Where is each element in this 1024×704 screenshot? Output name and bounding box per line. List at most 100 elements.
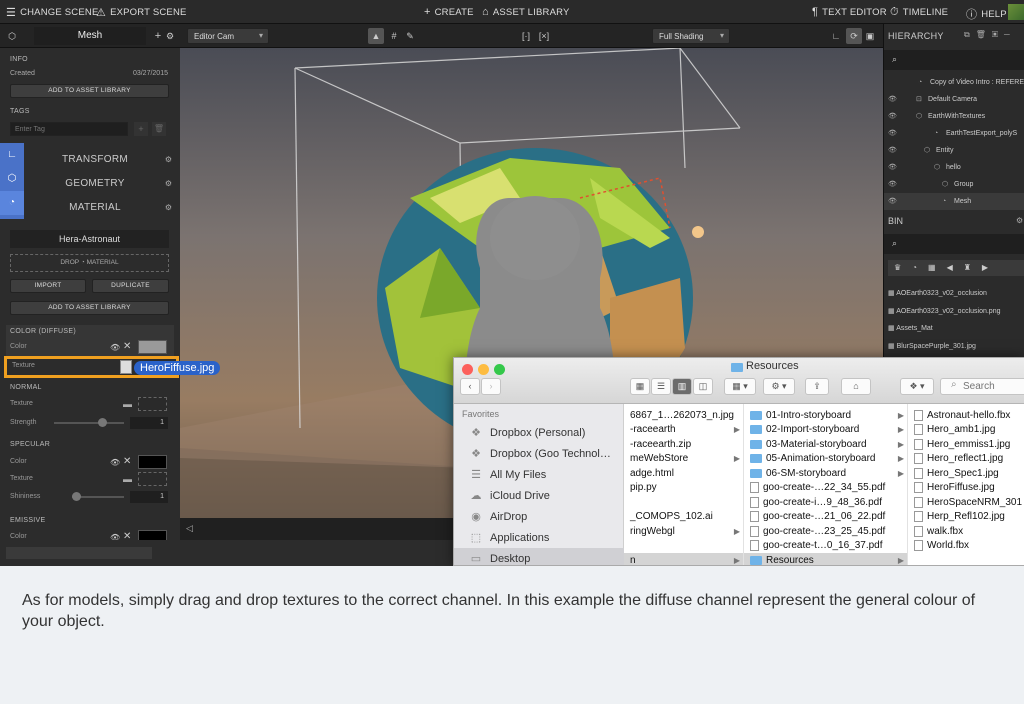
action-gear-icon[interactable]: ⚙ ▾ xyxy=(763,378,795,395)
visibility-eye-icon[interactable]: 👁 xyxy=(888,142,897,159)
close-window-button[interactable] xyxy=(462,364,473,375)
timeline-button[interactable]: ⏱ TIMELINE xyxy=(890,6,948,19)
diffuse-color-swatch[interactable] xyxy=(138,340,167,354)
file-row[interactable] xyxy=(624,495,743,510)
add-to-asset-library-button[interactable]: ADD TO ASSET LIBRARY xyxy=(10,84,169,98)
eye-icon[interactable]: 👁 xyxy=(110,343,120,352)
file-row[interactable]: _COMOPS_102.ai xyxy=(624,510,743,525)
change-scene-button[interactable]: ☰ CHANGE SCENE xyxy=(6,6,98,19)
panel-icon[interactable]: ▣ xyxy=(862,28,878,44)
snap-left-icon[interactable]: [·] xyxy=(518,28,534,44)
visibility-eye-icon[interactable]: 👁 xyxy=(888,176,897,193)
shading-select[interactable]: Full Shading xyxy=(652,28,730,44)
visibility-eye-icon[interactable]: 👁 xyxy=(888,91,897,108)
sidebar-item[interactable]: ☰ All My Files xyxy=(454,464,624,485)
collapse-icon[interactable]: ◁ xyxy=(186,523,193,534)
folder-icon[interactable]: ▬ xyxy=(123,399,132,409)
add-tag-icon[interactable]: + xyxy=(134,122,148,136)
axis-icon[interactable]: ∟ xyxy=(828,28,844,44)
visibility-eye-icon[interactable]: 👁 xyxy=(888,108,897,125)
file-row[interactable]: 6867_1…262073_n.jpg xyxy=(624,408,743,423)
file-row[interactable]: walk.fbx xyxy=(908,524,1024,539)
transform-tab-icon[interactable]: ∟ xyxy=(0,143,24,167)
specular-color-swatch[interactable] xyxy=(138,455,167,469)
hierarchy-item[interactable]: 👁 ⊡ Default Camera xyxy=(884,91,1024,108)
hierarchy-item[interactable]: 👁 ⬡ EarthWithTextures xyxy=(884,108,1024,125)
bin-item[interactable]: ▦ BlurSpacePurple_301.jpg xyxy=(888,342,976,350)
file-row[interactable]: Hero_emmiss1.jpg xyxy=(908,437,1024,452)
transform-gear-icon[interactable]: ⚙ xyxy=(165,155,172,164)
sidebar-item[interactable]: ◉ AirDrop xyxy=(454,506,624,527)
shininess-slider-handle[interactable] xyxy=(72,492,81,501)
file-row[interactable]: Herp_Refl102.jpg xyxy=(908,510,1024,525)
file-row[interactable]: -raceearth ▶ xyxy=(624,423,743,438)
minimize-window-button[interactable] xyxy=(478,364,489,375)
pen-tool-icon[interactable]: ✎ xyxy=(402,28,418,44)
file-row[interactable]: 05-Animation-storyboard ▶ xyxy=(744,452,907,467)
eye-icon-2[interactable]: 👁 xyxy=(110,458,120,467)
strength-value[interactable]: 1 xyxy=(130,417,168,429)
material-tab-icon[interactable]: ◔ xyxy=(0,191,24,215)
column-view-icon[interactable]: ▥ xyxy=(672,378,692,395)
bin-gear-icon[interactable]: ⚙ xyxy=(1016,216,1023,225)
file-row[interactable]: 01-Intro-storyboard ▶ xyxy=(744,408,907,423)
file-row[interactable]: goo-create-t…0_16_37.pdf xyxy=(744,539,907,554)
help-button[interactable]: ⓘ HELP xyxy=(966,6,1007,22)
file-row[interactable]: goo-create-…21_06_22.pdf xyxy=(744,510,907,525)
sidebar-item[interactable]: ❖ Dropbox (Personal) xyxy=(454,422,624,443)
camera-select[interactable]: Editor Cam xyxy=(187,28,269,44)
visibility-eye-icon[interactable]: 👁 xyxy=(888,159,897,176)
bin-item[interactable]: ▦ AOEarth0323_v02_occlusion.png xyxy=(888,307,1000,315)
duplicate-button[interactable]: DUPLICATE xyxy=(92,279,169,293)
entity-name-field[interactable]: Mesh xyxy=(34,27,146,45)
hierarchy-item[interactable]: 👁 ⬡ hello xyxy=(884,159,1024,176)
hierarchy-search-field[interactable]: ⌕ xyxy=(884,50,1024,70)
visibility-eye-icon[interactable]: 👁 xyxy=(888,125,897,142)
file-row[interactable]: HeroFiffuse.jpg xyxy=(908,481,1024,496)
asset-library-button[interactable]: ⌂ ASSET LIBRARY xyxy=(482,6,570,18)
file-row[interactable]: World.fbx xyxy=(908,539,1024,554)
strength-slider-track[interactable] xyxy=(54,422,124,424)
hierarchy-item[interactable]: 👁◔Copy of Video Intro : REFERE xyxy=(884,74,1024,91)
tag-icon[interactable]: ⌂ xyxy=(841,378,871,395)
translate-tool-icon[interactable]: ▲ xyxy=(368,28,384,44)
zoom-window-button[interactable] xyxy=(494,364,505,375)
sidebar-item[interactable]: ☁ iCloud Drive xyxy=(454,485,624,506)
hierarchy-tools-icons[interactable]: ⧉🗑▣─ xyxy=(964,30,1016,40)
file-row[interactable]: HeroSpaceNRM_301 xyxy=(908,495,1024,510)
sidebar-item[interactable]: ▭ Desktop xyxy=(454,548,624,565)
import-button[interactable]: IMPORT xyxy=(10,279,86,293)
hierarchy-item[interactable]: 👁 ◔ EarthTestExport_polyS xyxy=(884,125,1024,142)
hierarchy-item[interactable]: 👁 ⬡ Group xyxy=(884,176,1024,193)
add-to-asset-library-button-2[interactable]: ADD TO ASSET LIBRARY xyxy=(10,301,169,315)
tag-input[interactable] xyxy=(10,122,128,136)
file-row[interactable]: -raceearth.zip xyxy=(624,437,743,452)
create-button[interactable]: + CREATE xyxy=(424,6,474,18)
geometry-gear-icon[interactable]: ⚙ xyxy=(165,179,172,188)
share-icon[interactable]: ⇪ xyxy=(805,378,829,395)
file-row[interactable]: n ▶ xyxy=(624,553,743,565)
icon-view-icon[interactable]: ▦ xyxy=(630,378,650,395)
visibility-eye-icon[interactable]: 👁 xyxy=(888,193,897,210)
folder-icon-2[interactable]: ▬ xyxy=(123,474,132,484)
file-row[interactable]: goo-create-…22_34_55.pdf xyxy=(744,481,907,496)
material-title[interactable]: MATERIAL xyxy=(40,202,150,213)
avatar[interactable] xyxy=(1008,4,1024,20)
file-row[interactable]: pip.py xyxy=(624,481,743,496)
material-gear-icon[interactable]: ⚙ xyxy=(165,203,172,212)
file-row[interactable]: Astronaut-hello.fbx xyxy=(908,408,1024,423)
shininess-value[interactable]: 1 xyxy=(130,491,168,503)
file-row[interactable]: adge.html xyxy=(624,466,743,481)
entity-settings-icon[interactable]: ⚙ xyxy=(162,28,178,44)
dropbox-icon[interactable]: ❖ ▾ xyxy=(900,378,934,395)
transform-title[interactable]: TRANSFORM xyxy=(40,154,150,165)
refresh-icon[interactable]: ⟳ xyxy=(846,28,862,44)
bin-item[interactable]: ▦ Assets_Mat xyxy=(888,324,933,332)
snap-right-icon[interactable]: [×] xyxy=(536,28,552,44)
file-row[interactable]: 02-Import-storyboard ▶ xyxy=(744,423,907,438)
file-row[interactable]: Hero_reflect1.jpg xyxy=(908,452,1024,467)
file-row[interactable]: goo-create-…23_25_45.pdf xyxy=(744,524,907,539)
drop-material-zone[interactable]: DROP ◔ MATERIAL xyxy=(10,254,169,272)
file-row[interactable]: ringWebgl ▶ xyxy=(624,524,743,539)
geometry-tab-icon[interactable]: ⬡ xyxy=(0,167,24,191)
